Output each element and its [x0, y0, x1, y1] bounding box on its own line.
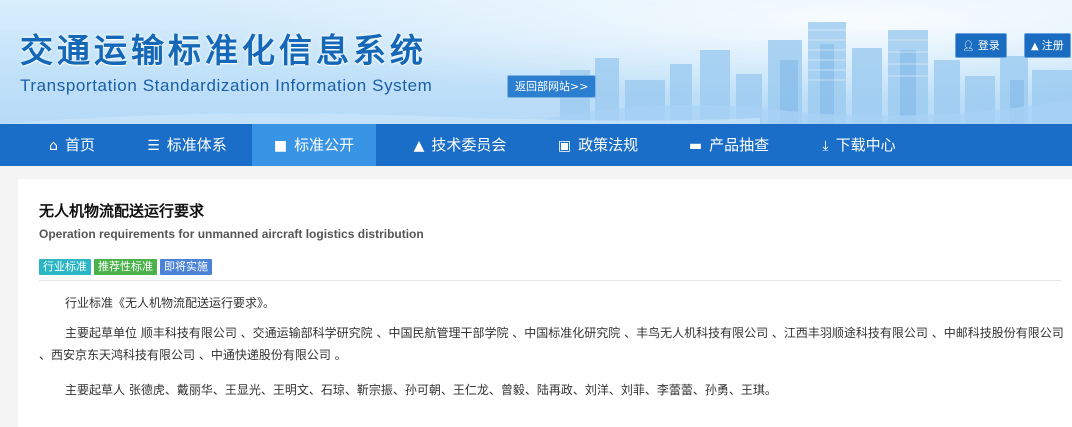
standard-title: 无人机物流配送运行要求 [39, 202, 205, 220]
user-icon: 👤︎ [962, 41, 975, 52]
id-card-icon: ▬ [688, 138, 703, 154]
download-icon: ⤓ [822, 138, 829, 154]
back-to-ministry-link[interactable]: 返回部网站>> [507, 75, 597, 98]
standard-tags: 行业标准 推荐性标准 即将实施 [39, 255, 215, 275]
user-icon: ▲ [413, 138, 425, 154]
nav-standard-system[interactable]: ☰ 标准体系 [132, 124, 242, 166]
drafters-paragraph: 主要起草人 张德虎、戴丽华、王显光、王明文、石琼、靳宗振、孙可朝、王仁龙、曾毅、… [65, 383, 777, 397]
monitor-icon: ▣ [557, 138, 572, 154]
nav-download-center[interactable]: ⤓ 下载中心 [802, 124, 916, 166]
nav-technical-committee[interactable]: ▲ 技术委员会 [392, 124, 528, 166]
header-banner: 交通运输标准化信息系统 Transportation Standardizati… [0, 0, 1072, 124]
nav-product-inspection-label: 产品抽查 [709, 136, 770, 154]
tag-recommended-standard: 推荐性标准 [94, 259, 157, 275]
main-navigation: ⌂ 首页 ☰ 标准体系 ■ 标准公开 ▲ 技术委员会 ▣ 政策法规 ▬ 产品抽查 ⤓ 下载中心 [0, 124, 1072, 166]
home-icon: ⌂ [49, 138, 58, 154]
drafting-units-paragraph: 主要起草单位 顺丰科技有限公司 、交通运输部科学研究院 、中国民航管理干部学院 … [39, 326, 1064, 362]
nav-product-inspection[interactable]: ▬ 产品抽查 [672, 124, 786, 166]
register-button[interactable]: ▲ 注册 [1024, 33, 1071, 58]
nav-policies[interactable]: ▣ 政策法规 [540, 124, 656, 166]
nav-standard-public[interactable]: ■ 标准公开 [252, 124, 376, 166]
standard-english-title: Operation requirements for unmanned airc… [39, 227, 424, 241]
intro-paragraph: 行业标准《无人机物流配送运行要求》。 [65, 296, 276, 310]
nav-standard-public-label: 标准公开 [294, 136, 355, 154]
book-icon: ■ [273, 138, 288, 154]
login-label: 登录 [977, 39, 1000, 52]
nav-download-center-label: 下载中心 [835, 136, 896, 154]
nav-home-label: 首页 [64, 136, 95, 154]
standard-detail-panel: 无人机物流配送运行要求 Operation requirements for u… [18, 179, 1072, 427]
divider [39, 280, 1061, 281]
site-subtitle-en: Transportation Standardization Informati… [20, 76, 433, 95]
nav-policies-label: 政策法规 [578, 136, 639, 154]
tag-industry-standard: 行业标准 [39, 259, 91, 275]
tag-upcoming: 即将实施 [160, 259, 212, 275]
graduation-cap-icon: ▲ [1031, 41, 1039, 52]
site-title: 交通运输标准化信息系统 [20, 31, 427, 70]
nav-home[interactable]: ⌂ 首页 [34, 124, 110, 166]
nav-standard-system-label: 标准体系 [166, 136, 227, 154]
nav-technical-committee-label: 技术委员会 [431, 136, 507, 154]
list-icon: ☰ [147, 138, 160, 154]
register-label: 注册 [1041, 39, 1064, 52]
login-button[interactable]: 👤︎ 登录 [955, 33, 1007, 58]
